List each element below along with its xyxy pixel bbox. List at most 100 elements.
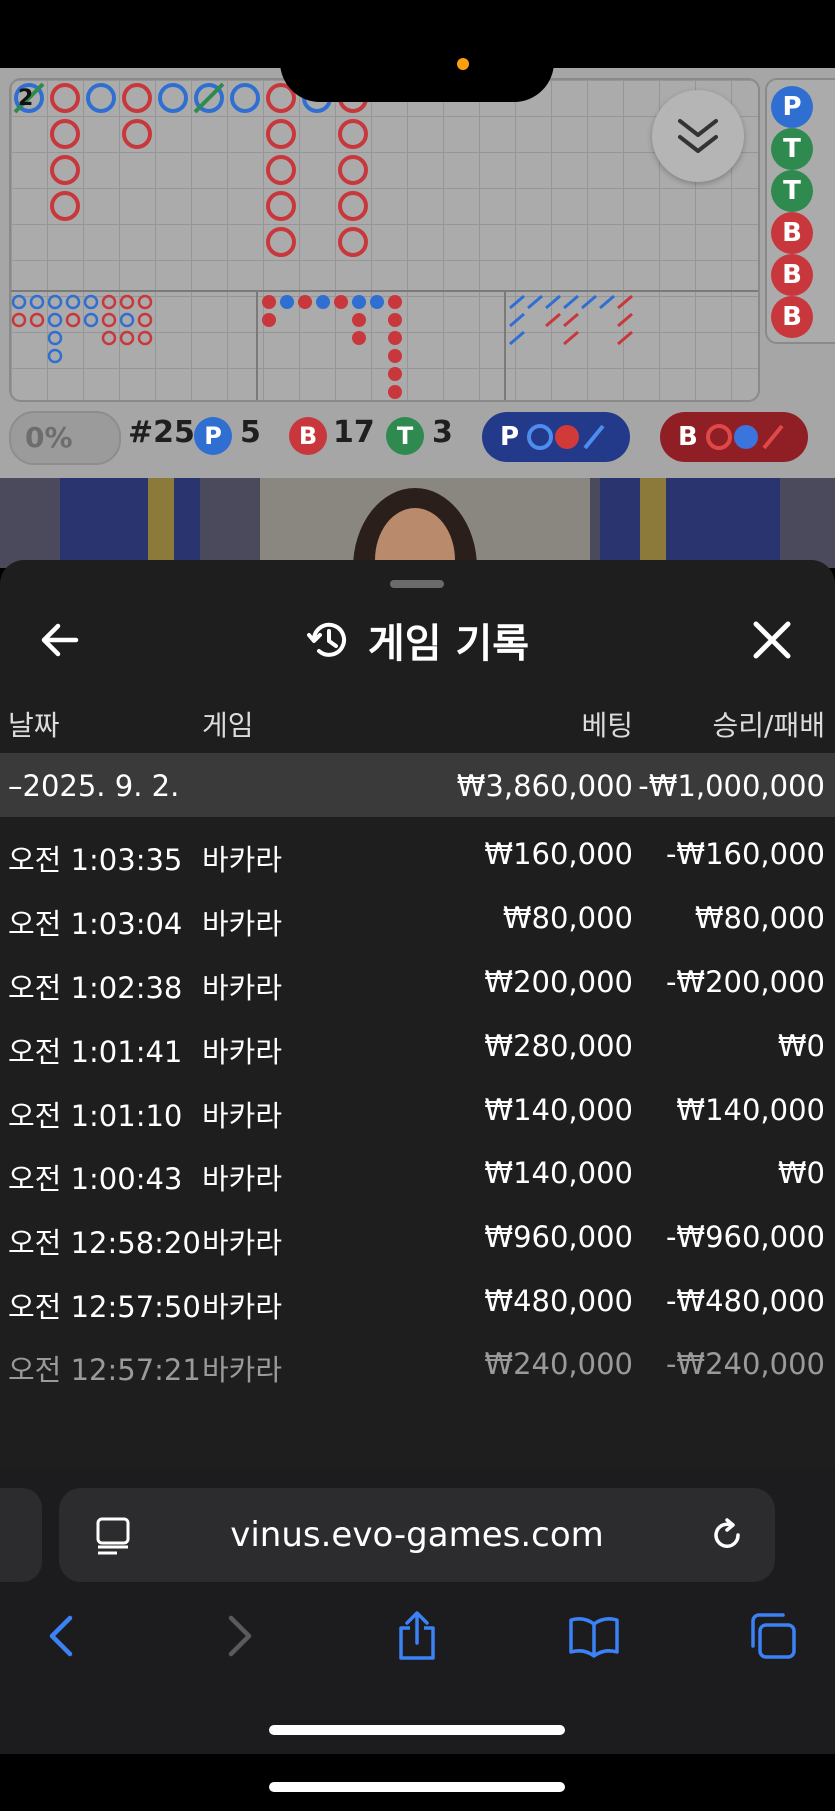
row-time: 오전 1:01:41 [8,1035,183,1069]
road-marker [11,312,27,328]
side-road-banker: B [771,296,813,338]
road-marker [29,294,45,310]
collapse-board-button[interactable] [652,90,744,182]
row-bet: ₩280,000 [484,1029,633,1063]
bookmarks-button[interactable] [564,1606,624,1666]
board-divider [256,292,258,400]
player-chip: P [194,417,232,455]
row-bet: ₩160,000 [484,837,633,871]
player-prediction-button[interactable]: P [482,412,630,462]
date-group-row[interactable]: –2025. 9. 2. ₩3,860,000 -₩1,000,000 [0,753,835,817]
road-marker [101,330,117,346]
baccarat-game-area: 2 P T T B B B 0% #25 P 5 B 17 T 3 P B [0,68,835,568]
row-game: 바카라 [202,907,283,941]
road-marker [599,294,615,310]
browser-forward-button[interactable] [210,1606,270,1666]
road-marker [338,119,368,149]
dealer-video-frame [0,478,835,568]
dynamic-island [280,22,554,102]
table-row[interactable]: 오전 1:03:04 바카라 ₩80,000 ₩80,000 [0,885,835,949]
road-marker [352,295,366,309]
road-marker [86,83,116,113]
tabs-button[interactable] [742,1606,802,1666]
reload-icon[interactable] [707,1515,747,1555]
share-button[interactable] [387,1606,447,1666]
road-marker [316,295,330,309]
road-marker [50,155,80,185]
road-marker [47,348,63,364]
road-marker [334,295,348,309]
road-marker [266,155,296,185]
row-time: 오전 12:57:21 [8,1353,201,1387]
row-game: 바카라 [202,843,283,877]
row-game: 바카라 [202,1353,283,1387]
table-row[interactable]: 오전 1:03:35 바카라 ₩160,000 -₩160,000 [0,821,835,885]
road-marker [388,367,402,381]
column-header-result: 승리/패배 [712,709,825,742]
table-row[interactable]: 오전 12:57:21 바카라 ₩240,000 -₩240,000 [0,1331,835,1395]
table-row[interactable]: 오전 12:57:50 바카라 ₩480,000 -₩480,000 [0,1268,835,1332]
road-marker [65,294,81,310]
road-marker [122,119,152,149]
road-marker [617,294,633,310]
browser-back-button[interactable] [31,1606,91,1666]
table-row[interactable]: 오전 1:01:10 바카라 ₩140,000 ₩140,000 [0,1077,835,1141]
privacy-indicator-dot [457,58,469,70]
table-row[interactable]: 오전 1:00:43 바카라 ₩140,000 ₩0 [0,1140,835,1204]
road-marker [47,330,63,346]
road-marker [11,294,27,310]
row-time: 오전 1:03:04 [8,907,183,941]
big-road-tie-count: 2 [18,86,34,111]
road-marker [352,331,366,345]
road-marker [50,191,80,221]
row-game: 바카라 [202,1162,283,1196]
home-indicator[interactable] [269,1725,565,1735]
road-marker [266,227,296,257]
road-marker [83,312,99,328]
counter-toggle-label: 0% [25,421,73,454]
row-time: 오전 1:00:43 [8,1162,183,1196]
row-result: ₩140,000 [676,1093,825,1127]
previous-tab-preview[interactable] [0,1488,42,1582]
close-icon [753,621,791,659]
road-marker [545,294,561,310]
row-bet: ₩140,000 [484,1156,633,1190]
road-marker [370,295,384,309]
chevron-right-icon [228,1615,252,1657]
home-indicator-secondary[interactable] [269,1782,565,1792]
player-prediction-label: P [500,422,520,452]
live-dealer-video [0,478,835,568]
row-game: 바카라 [202,971,283,1005]
row-bet: ₩140,000 [484,1093,633,1127]
table-row[interactable]: 오전 1:02:38 바카라 ₩200,000 -₩200,000 [0,949,835,1013]
road-marker [137,312,153,328]
banker-prediction-button[interactable]: B [660,412,808,462]
table-row[interactable]: 오전 1:01:41 바카라 ₩280,000 ₩0 [0,1013,835,1077]
road-marker [617,330,633,346]
tie-chip: T [386,417,424,455]
road-marker [50,119,80,149]
sheet-title: 게임 기록 [367,621,530,667]
road-marker [158,83,188,113]
table-row[interactable]: 오전 12:58:20 바카라 ₩960,000 -₩960,000 [0,1204,835,1268]
board-divider [504,292,506,400]
address-bar[interactable]: vinus.evo-games.com [59,1488,775,1582]
share-icon [399,1611,435,1660]
prediction-markers-icon [527,424,605,450]
double-chevron-down-icon [678,119,718,153]
row-bet: ₩960,000 [484,1220,633,1254]
road-marker [262,313,276,327]
road-marker [230,83,260,113]
url-text: vinus.evo-games.com [230,1515,604,1555]
sheet-grabber[interactable] [390,580,444,588]
row-result: ₩80,000 [694,901,825,935]
board-divider [11,290,758,292]
road-marker [280,295,294,309]
row-result: ₩0 [777,1029,825,1063]
date-group-result-total: -₩1,000,000 [638,769,825,803]
road-marker [527,294,543,310]
close-button[interactable] [748,616,796,664]
road-marker [29,312,45,328]
card-counter-toggle[interactable]: 0% [9,411,121,465]
row-bet: ₩240,000 [484,1347,633,1381]
